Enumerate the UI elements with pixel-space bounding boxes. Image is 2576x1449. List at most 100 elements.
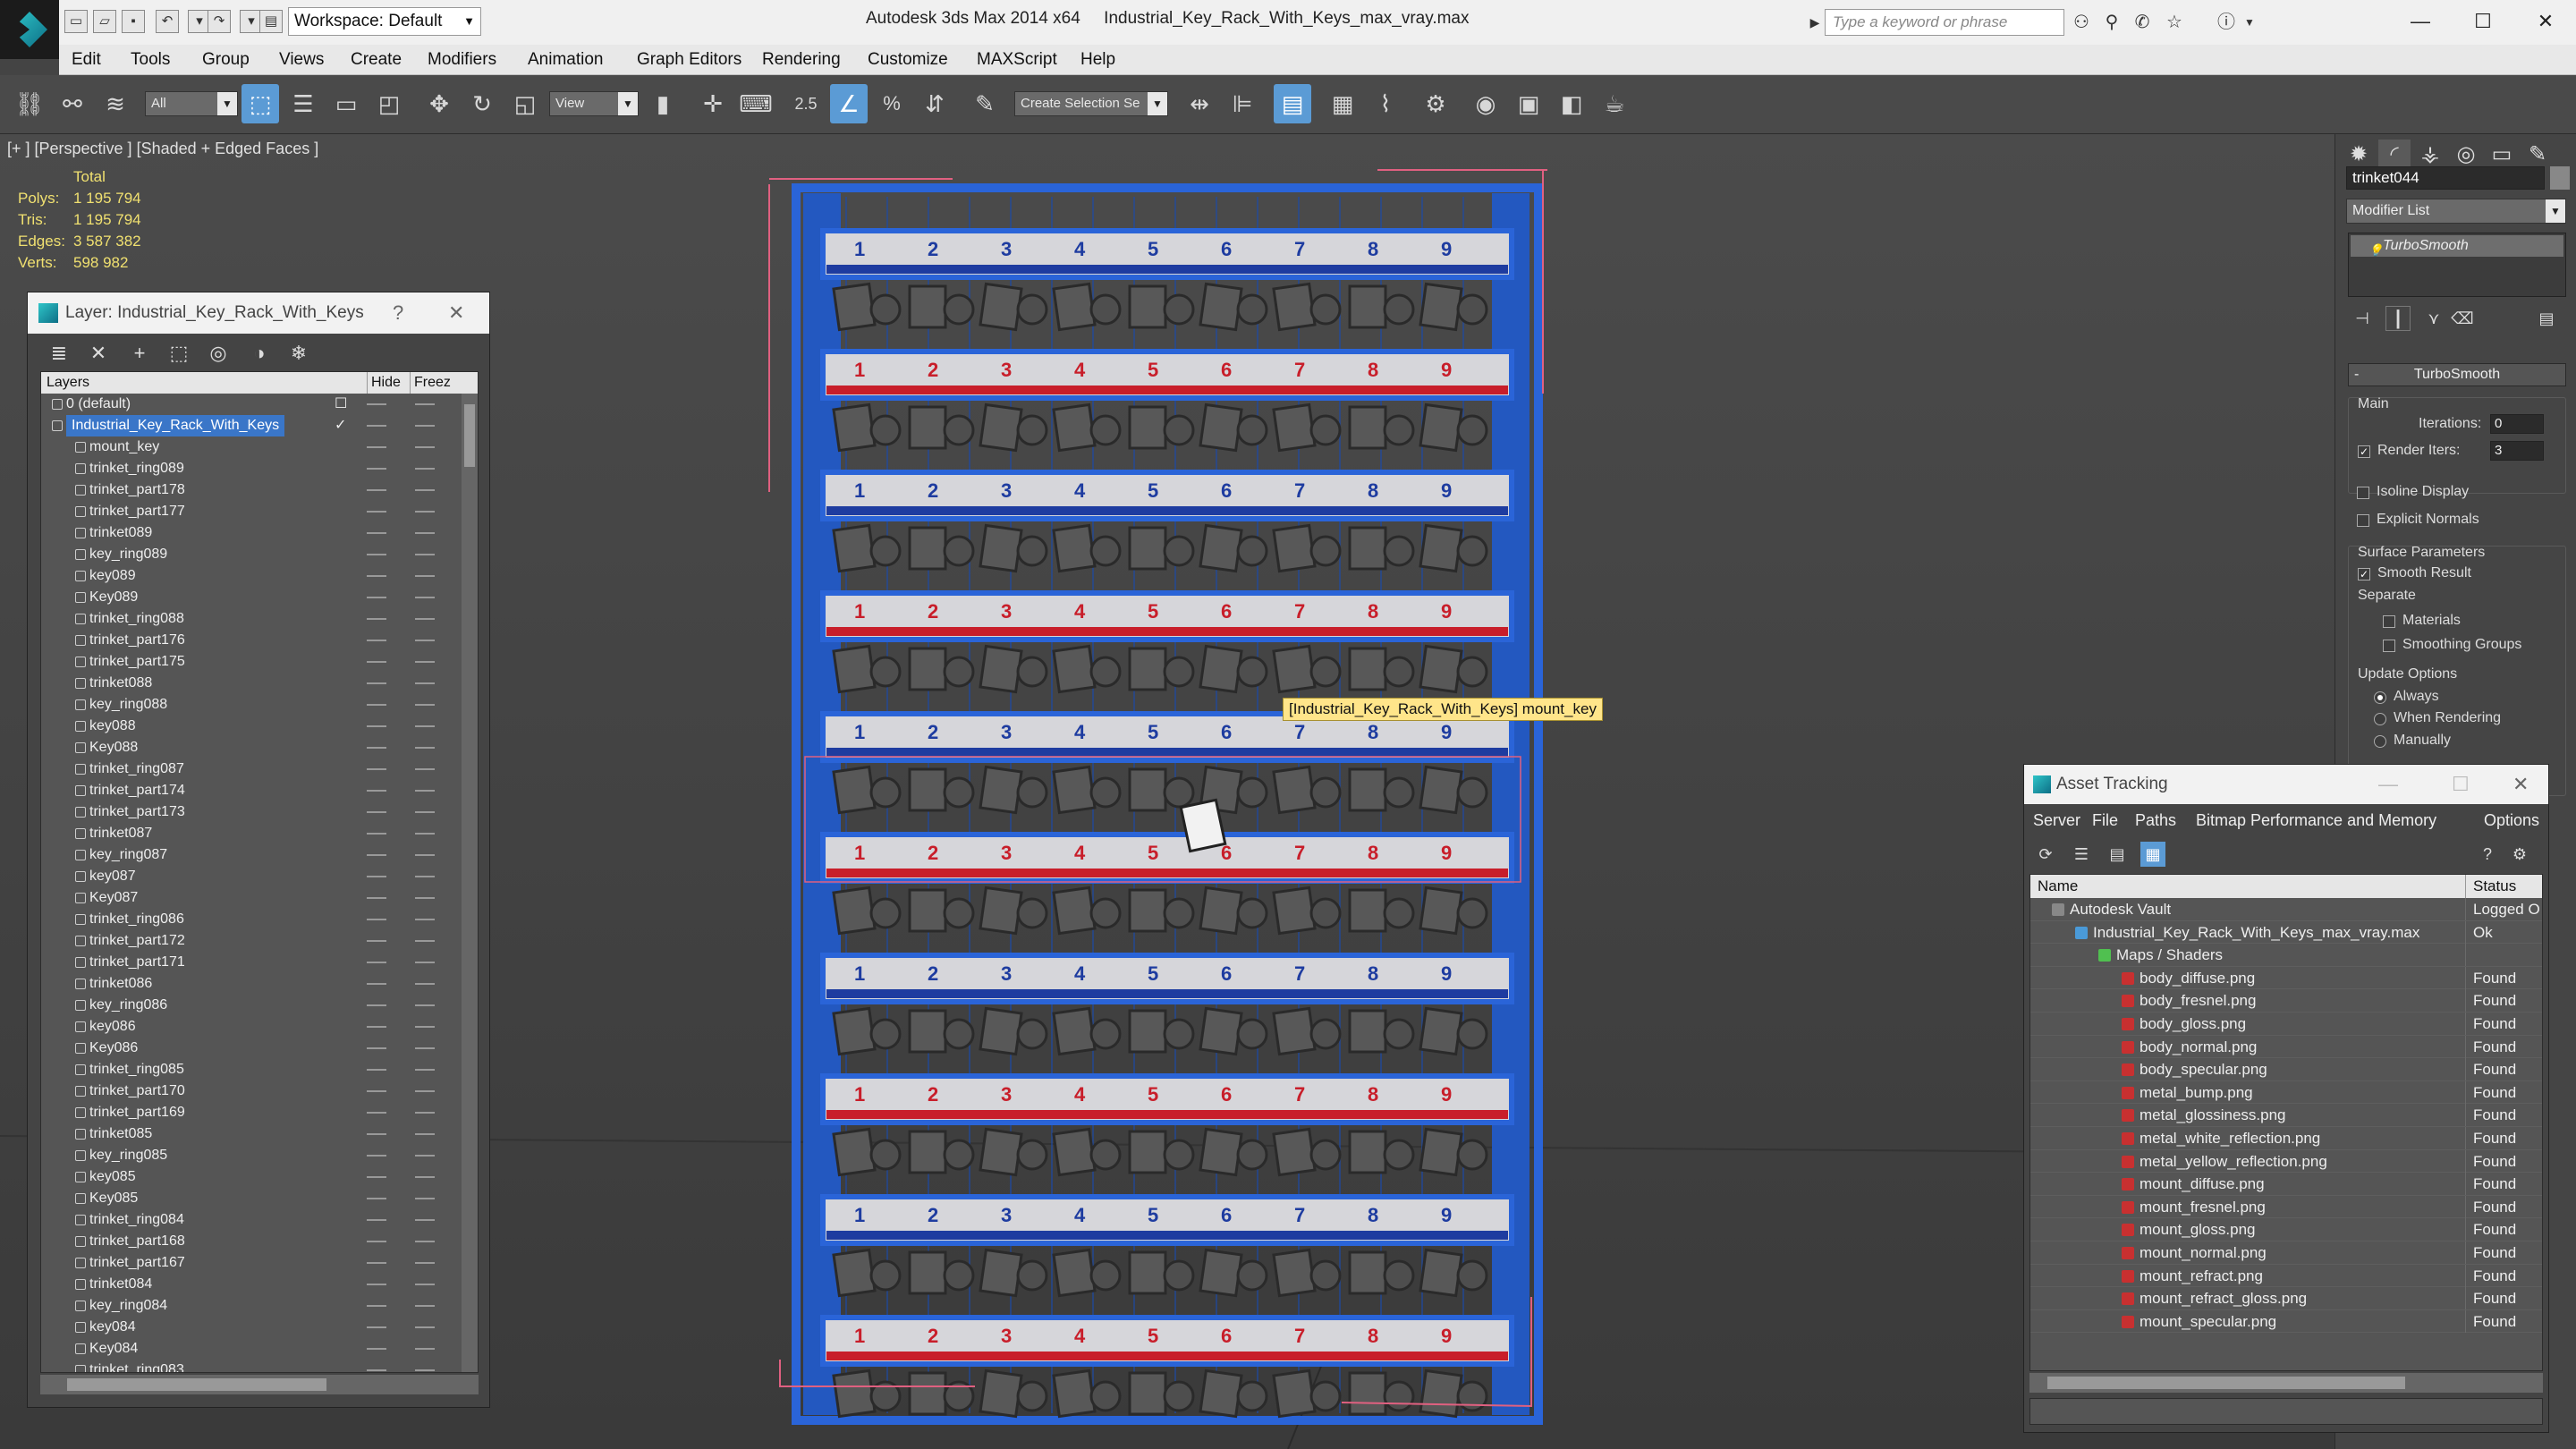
layer-row[interactable]: trinket_part171 [41,952,462,973]
link-icon[interactable]: ⛓ [11,84,48,123]
asset-table[interactable]: Name Status Autodesk Vault Logged O Indust… [2029,874,2543,1371]
layer-row[interactable]: trinket087 [41,823,462,844]
layer-tree[interactable]: Layers Hide Freez 0 (default) ☐ Industrial… [40,371,479,1373]
materials-checkbox[interactable] [2383,615,2395,628]
freeze-toggle[interactable] [415,1348,435,1350]
binoculars-icon[interactable]: ⚇ [2070,11,2093,34]
list-view-icon[interactable]: ☰ [2069,842,2094,867]
hide-toggle[interactable] [367,425,386,427]
motion-tab-icon[interactable]: ◎ [2450,140,2482,170]
freeze-toggle[interactable] [415,1047,435,1049]
save-file-icon[interactable]: ▪ [122,10,145,33]
freeze-all-layers-icon[interactable]: ❄ [285,341,312,366]
hide-toggle[interactable] [367,468,386,470]
freeze-toggle[interactable] [415,1305,435,1307]
hide-toggle[interactable] [367,511,386,513]
create-layer-icon[interactable]: ≣ [46,341,72,366]
menu-edit[interactable]: Edit [68,45,105,75]
asset-row[interactable]: metal_glossiness.png Found [2030,1104,2542,1127]
help-icon[interactable]: ⓘ [2215,11,2238,34]
freeze-toggle[interactable] [415,1004,435,1006]
freeze-toggle[interactable] [415,1069,435,1071]
freeze-toggle[interactable] [415,747,435,749]
open-file-icon[interactable]: ▱ [93,10,116,33]
layer-manager-icon[interactable]: ▤ [1274,84,1311,123]
freeze-toggle[interactable] [415,940,435,942]
hide-toggle[interactable] [367,725,386,727]
freeze-toggle[interactable] [415,704,435,706]
spinner-snap-icon[interactable]: ⇵ [916,84,953,123]
explicit-normals-checkbox[interactable] [2357,514,2369,527]
display-tab-icon[interactable]: ▭ [2486,140,2518,170]
layer-row[interactable]: trinket_ring087 [41,758,462,780]
hide-toggle[interactable] [367,1026,386,1028]
maximize-icon[interactable]: ☐ [2465,5,2501,38]
freeze-toggle[interactable] [415,1026,435,1028]
menu-animation[interactable]: Animation [524,45,607,75]
rotate-icon[interactable]: ↻ [463,84,501,123]
hide-toggle[interactable] [367,403,386,405]
menu-graph-editors[interactable]: Graph Editors [633,45,745,75]
hierarchy-tab-icon[interactable]: ⚶ [2414,140,2446,170]
hide-toggle[interactable] [367,940,386,942]
asset-row[interactable]: metal_white_reflection.png Found [2030,1126,2542,1150]
pivot-center-icon[interactable]: ▮ [644,84,682,123]
delete-layer-icon[interactable]: ✕ [85,341,112,366]
freeze-toggle[interactable] [415,618,435,620]
freeze-toggle[interactable] [415,489,435,491]
new-file-icon[interactable]: ▭ [64,10,88,33]
object-color-swatch[interactable] [2550,166,2570,190]
bind-space-warp-icon[interactable]: ≋ [97,84,134,123]
freeze-toggle[interactable] [415,1090,435,1092]
hide-toggle[interactable] [367,489,386,491]
layer-window-titlebar[interactable]: Layer: Industrial_Key_Rack_With_Keys ? ✕ [28,292,489,334]
search-expand-icon[interactable]: ▶ [1803,11,1826,34]
freeze-toggle[interactable] [415,811,435,813]
layer-row[interactable]: trinket_part170 [41,1080,462,1102]
update-manually-radio[interactable] [2374,735,2386,748]
freeze-toggle[interactable] [415,597,435,598]
hide-toggle[interactable] [367,597,386,598]
column-freeze[interactable]: Freez [410,372,451,394]
layer-row[interactable]: key_ring084 [41,1295,462,1317]
layer-row[interactable]: trinket088 [41,673,462,694]
layer-row[interactable]: Key085 [41,1188,462,1209]
asset-row[interactable]: metal_yellow_reflection.png Found [2030,1149,2542,1174]
freeze-toggle[interactable] [415,640,435,641]
hide-toggle[interactable] [367,682,386,684]
schematic-view-icon[interactable]: ⚙ [1417,84,1454,123]
communication-center-icon[interactable]: ✆ [2131,11,2154,34]
select-object-icon[interactable]: ⬚ [242,84,279,123]
asset-menu-paths[interactable]: Paths [2135,804,2176,836]
column-name[interactable]: Name [2038,875,2078,898]
layer-row[interactable]: trinket_part174 [41,780,462,801]
isoline-display-checkbox[interactable] [2357,487,2369,499]
hide-toggle[interactable] [367,1176,386,1178]
freeze-toggle[interactable] [415,1326,435,1328]
hide-toggle[interactable] [367,747,386,749]
keyboard-shortcut-override-icon[interactable]: ⌨ [737,84,775,123]
menu-group[interactable]: Group [199,45,253,75]
asset-row[interactable]: body_gloss.png Found [2030,1012,2542,1036]
asset-row[interactable]: Industrial_Key_Rack_With_Keys_max_vray.m… [2030,920,2542,945]
layer-vertical-scrollbar[interactable] [462,394,478,1372]
layer-row[interactable]: Key084 [41,1338,462,1360]
help-icon[interactable]: ? [393,292,403,334]
freeze-toggle[interactable] [415,1155,435,1157]
freeze-toggle[interactable] [415,919,435,920]
layer-row[interactable]: trinket_part173 [41,801,462,823]
layer-row[interactable]: key086 [41,1016,462,1038]
scrollbar-thumb[interactable] [464,404,475,467]
layer-row[interactable]: trinket_part178 [41,479,462,501]
asset-menu-server[interactable]: Server [2033,804,2080,836]
selection-filter-dropdown[interactable]: All ▼ [145,91,238,116]
hide-toggle[interactable] [367,1326,386,1328]
layer-row[interactable]: Industrial_Key_Rack_With_Keys ✓ [41,415,462,436]
hide-all-layers-icon[interactable]: ◑ [246,341,273,366]
hide-toggle[interactable] [367,1090,386,1092]
freeze-toggle[interactable] [415,725,435,727]
asset-menu-bitmap-performance[interactable]: Bitmap Performance and Memory [2196,804,2436,836]
layer-row[interactable]: trinket_part177 [41,501,462,522]
menu-modifiers[interactable]: Modifiers [424,45,500,75]
layer-row[interactable]: key087 [41,866,462,887]
